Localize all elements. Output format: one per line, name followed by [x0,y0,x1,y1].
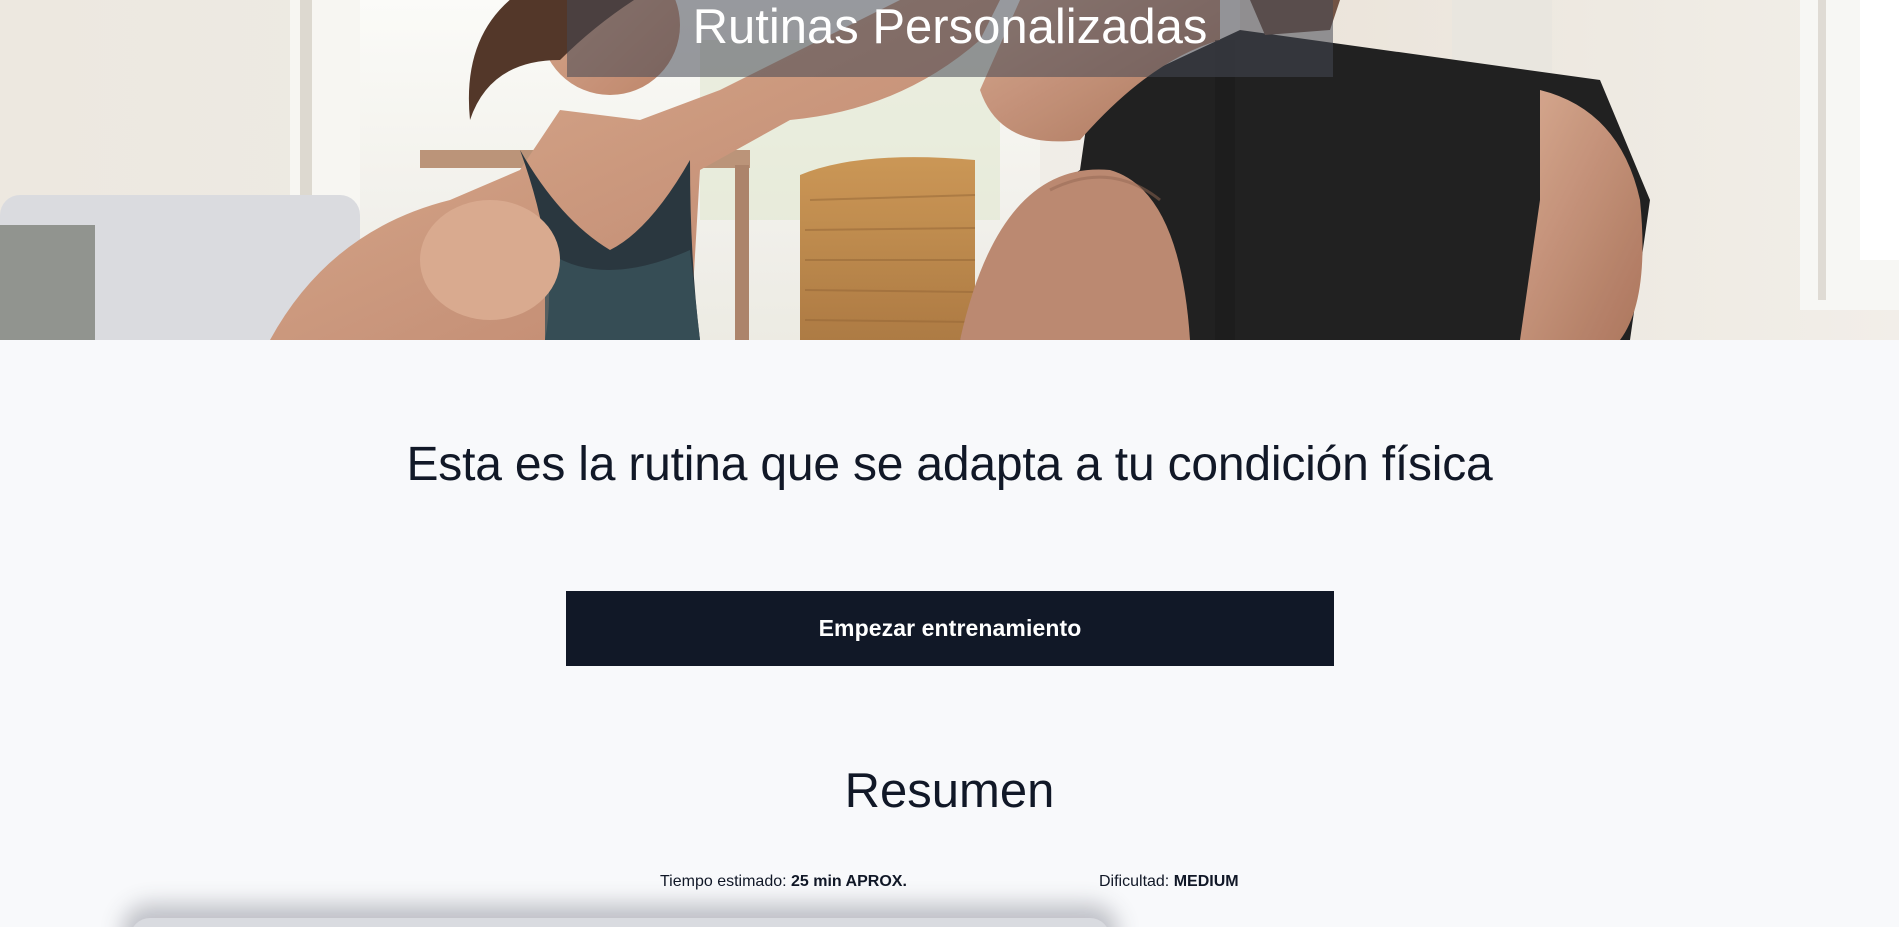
difficulty-label: Dificultad: [1099,873,1174,890]
difficulty-stat: Dificultad: MEDIUM [1099,871,1239,893]
estimated-time-label: Tiempo estimado: [660,873,792,890]
hero-title-band: Rutinas Personalizadas [567,0,1333,77]
page-title: Rutinas Personalizadas [692,0,1208,54]
estimated-time-value: 25 min APROX. [791,873,907,890]
start-training-button[interactable]: Empezar entrenamiento [566,591,1334,666]
exercise-card[interactable] [130,918,1110,927]
estimated-time-stat: Tiempo estimado: 25 min APROX. [660,871,907,893]
hero-banner: Rutinas Personalizadas [0,0,1899,340]
difficulty-value: MEDIUM [1173,873,1239,890]
page: Rutinas Personalizadas Esta es la rutina… [0,0,1899,927]
summary-title: Resumen [844,764,1055,818]
routine-headline: Esta es la rutina que se adapta a tu con… [406,438,1493,491]
